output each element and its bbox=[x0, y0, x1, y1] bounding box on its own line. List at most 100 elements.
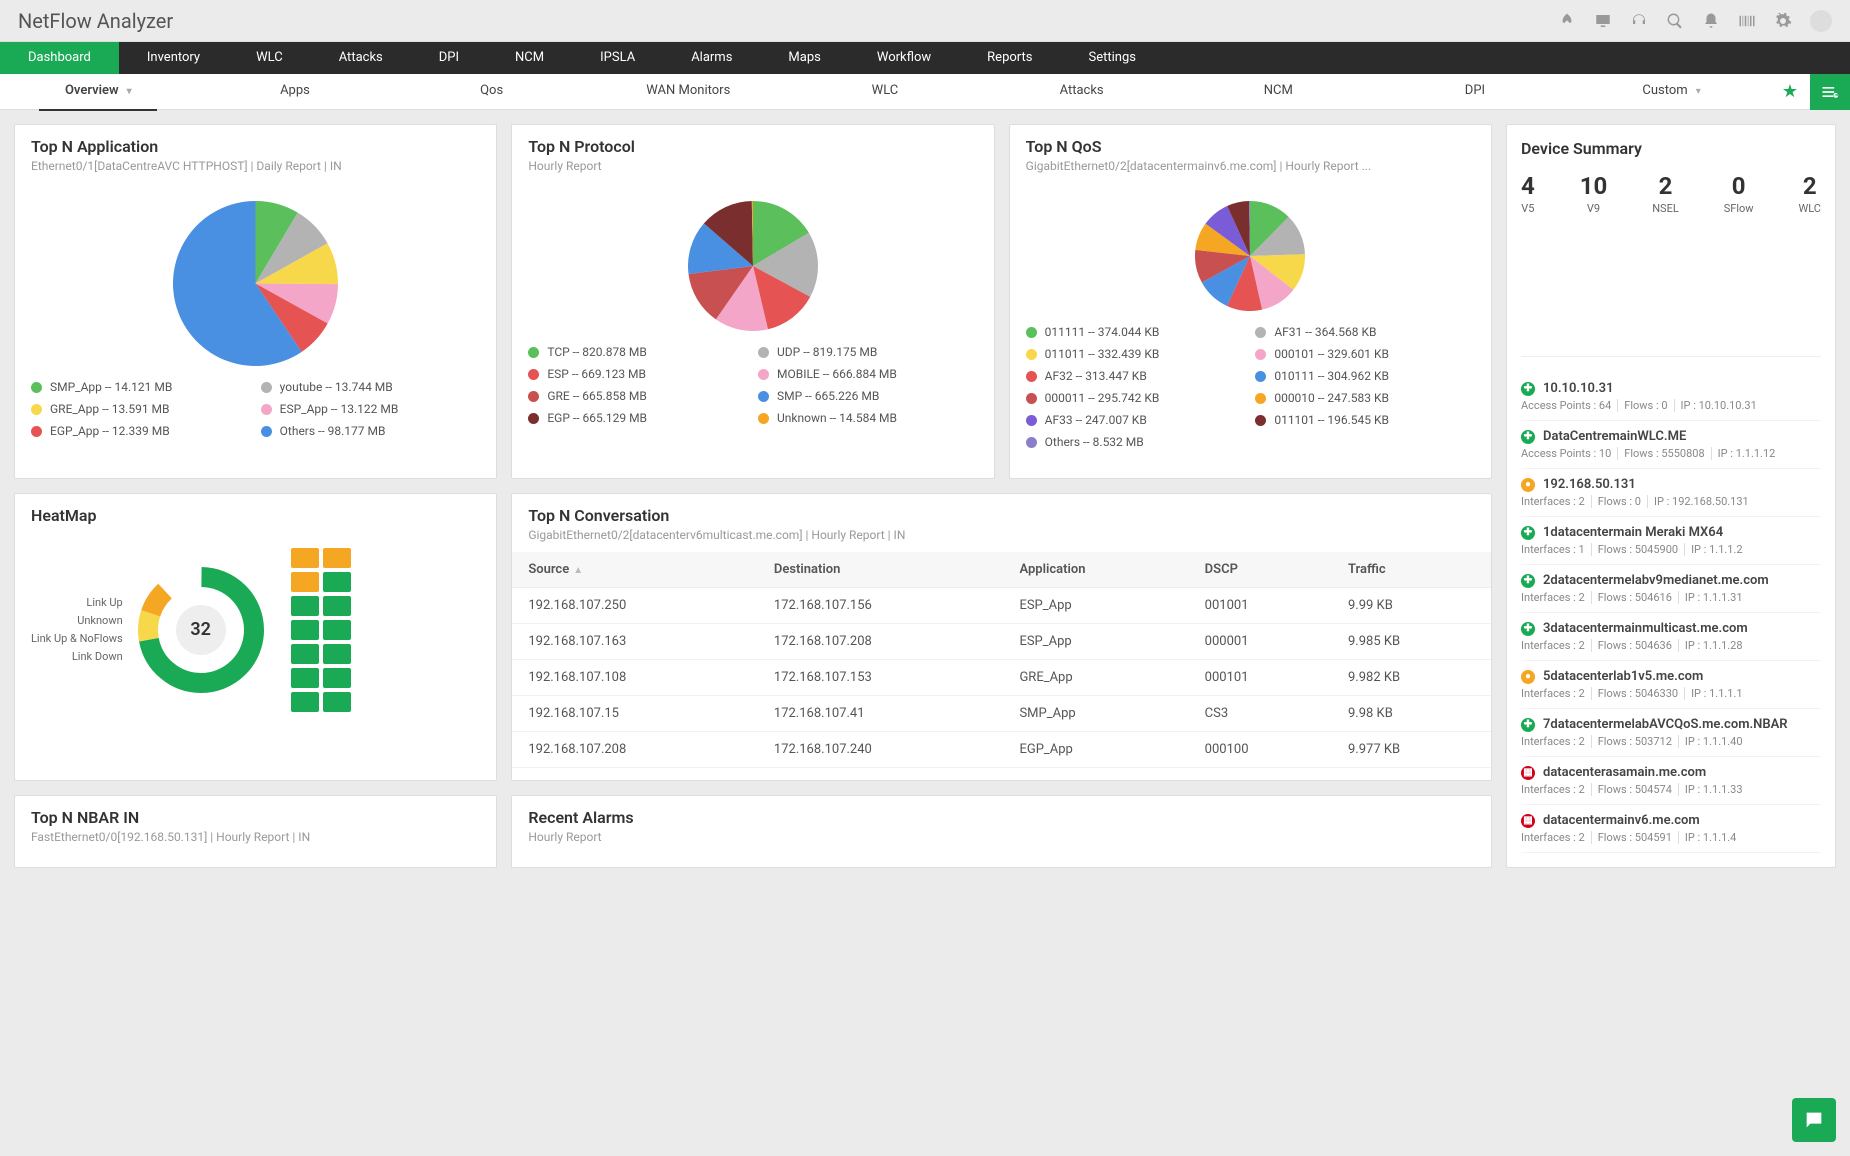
legend-item: Others -- 98.177 MB bbox=[261, 424, 481, 438]
device-item[interactable]: ✚10.10.10.31Access Points : 64Flows : 0I… bbox=[1521, 373, 1821, 421]
nav-reports[interactable]: Reports bbox=[959, 42, 1060, 74]
nav-ipsla[interactable]: IPSLA bbox=[572, 42, 663, 74]
metric-v5: 4V5 bbox=[1521, 172, 1535, 215]
subnav-apps[interactable]: Apps bbox=[197, 73, 394, 110]
card-title: Top N NBAR IN bbox=[31, 808, 480, 827]
legend-item: 011101 -- 196.545 KB bbox=[1255, 413, 1475, 427]
legend-item: 010111 -- 304.962 KB bbox=[1255, 369, 1475, 383]
card-title: Top N Protocol bbox=[528, 137, 977, 156]
search-icon[interactable] bbox=[1666, 12, 1684, 30]
device-summary-card: Device Summary 4V510V92NSEL0SFlow2WLC ✚1… bbox=[1506, 124, 1836, 868]
legend-item: 000101 -- 329.601 KB bbox=[1255, 347, 1475, 361]
nav-settings[interactable]: Settings bbox=[1060, 42, 1163, 74]
nav-dpi[interactable]: DPI bbox=[411, 42, 487, 74]
device-item[interactable]: ▦datacenterasamain.me.comInterfaces : 2F… bbox=[1521, 757, 1821, 805]
legend-item: MOBILE -- 666.884 MB bbox=[758, 367, 978, 381]
device-item[interactable]: ●5datacenterlab1v5.me.comInterfaces : 2F… bbox=[1521, 661, 1821, 709]
brand-title: NetFlow Analyzer bbox=[18, 9, 173, 33]
legend-item: TCP -- 820.878 MB bbox=[528, 345, 748, 359]
legend-item: Others -- 8.532 MB bbox=[1026, 435, 1246, 449]
metric-nsel: 2NSEL bbox=[1652, 172, 1679, 215]
subnav-wlc[interactable]: WLC bbox=[787, 73, 984, 110]
legend-item: SMP -- 665.226 MB bbox=[758, 389, 978, 403]
device-item[interactable]: ▦datacentermainv6.me.comInterfaces : 2Fl… bbox=[1521, 805, 1821, 853]
nav-maps[interactable]: Maps bbox=[760, 42, 848, 74]
card-subtitle: Hourly Report bbox=[528, 159, 977, 173]
rocket-icon[interactable] bbox=[1558, 12, 1576, 30]
top-nbar-card: Top N NBAR IN FastEthernet0/0[192.168.50.… bbox=[14, 795, 497, 868]
top-application-card: Top N ApplicationEthernet0/1[DataCentreA… bbox=[14, 124, 497, 479]
top-qos-card: Top N QoSGigabitEthernet0/2[datacenterma… bbox=[1009, 124, 1492, 479]
col-dscp[interactable]: DSCP bbox=[1189, 552, 1332, 588]
heatmap-donut: 32 bbox=[131, 560, 271, 700]
table-row[interactable]: 192.168.107.208172.168.107.240EGP_App000… bbox=[512, 731, 1491, 767]
subnav-overview[interactable]: Overview▾ bbox=[0, 73, 197, 110]
conversation-table: Source▲DestinationApplicationDSCPTraffic… bbox=[512, 552, 1491, 768]
subnav-qos[interactable]: Qos bbox=[393, 73, 590, 110]
monitor-icon[interactable] bbox=[1594, 12, 1612, 30]
topbar-icons bbox=[1558, 10, 1832, 32]
table-row[interactable]: 192.168.107.250172.168.107.156ESP_App001… bbox=[512, 587, 1491, 623]
device-item[interactable]: ✚3datacentermainmulticast.me.comInterfac… bbox=[1521, 613, 1821, 661]
col-application[interactable]: Application bbox=[1003, 552, 1188, 588]
nav-inventory[interactable]: Inventory bbox=[119, 42, 228, 74]
topbar: NetFlow Analyzer bbox=[0, 0, 1850, 42]
metric-wlc: 2WLC bbox=[1798, 172, 1821, 215]
nav-ncm[interactable]: NCM bbox=[487, 42, 572, 74]
subnav-wan-monitors[interactable]: WAN Monitors bbox=[590, 73, 787, 110]
device-item[interactable]: ●192.168.50.131Interfaces : 2Flows : 0IP… bbox=[1521, 469, 1821, 517]
table-row[interactable]: 192.168.107.163172.168.107.208ESP_App000… bbox=[512, 623, 1491, 659]
card-title: Top N Conversation bbox=[528, 506, 1475, 525]
nav-wlc[interactable]: WLC bbox=[228, 42, 311, 74]
col-source[interactable]: Source▲ bbox=[512, 552, 758, 588]
card-subtitle: FastEthernet0/0[192.168.50.131] | Hourly… bbox=[31, 830, 480, 844]
device-item[interactable]: ✚1datacentermain Meraki MX64Interfaces :… bbox=[1521, 517, 1821, 565]
user-avatar[interactable] bbox=[1810, 10, 1832, 32]
headset-icon[interactable] bbox=[1630, 12, 1648, 30]
card-subtitle: Hourly Report bbox=[528, 830, 1475, 844]
top-protocol-pie bbox=[688, 201, 818, 331]
legend-item: ESP_App -- 13.122 MB bbox=[261, 402, 481, 416]
legend-item: 011111 -- 374.044 KB bbox=[1026, 325, 1246, 339]
barcode-icon[interactable] bbox=[1738, 12, 1756, 30]
col-destination[interactable]: Destination bbox=[758, 552, 1004, 588]
legend-item: GRE -- 665.858 MB bbox=[528, 389, 748, 403]
favorite-icon[interactable]: ★ bbox=[1770, 81, 1810, 102]
nav-alarms[interactable]: Alarms bbox=[663, 42, 760, 74]
device-item[interactable]: ✚DataCentremainWLC.MEAccess Points : 10F… bbox=[1521, 421, 1821, 469]
legend-item: Unknown -- 14.584 MB bbox=[758, 411, 978, 425]
device-item[interactable]: ✚2datacentermelabv9medianet.me.comInterf… bbox=[1521, 565, 1821, 613]
legend-item: ESP -- 669.123 MB bbox=[528, 367, 748, 381]
primary-nav: DashboardInventoryWLCAttacksDPINCMIPSLAA… bbox=[0, 42, 1850, 74]
subnav-dpi[interactable]: DPI bbox=[1377, 73, 1574, 110]
gear-icon[interactable] bbox=[1774, 12, 1792, 30]
nav-dashboard[interactable]: Dashboard bbox=[0, 42, 119, 74]
legend-item: EGP_App -- 12.339 MB bbox=[31, 424, 251, 438]
chat-button[interactable] bbox=[1792, 1098, 1836, 1142]
table-row[interactable]: 192.168.107.108172.168.107.153GRE_App000… bbox=[512, 659, 1491, 695]
nav-attacks[interactable]: Attacks bbox=[311, 42, 411, 74]
heatmap-card: HeatMap Link UpUnknownLink Up & NoFlowsL… bbox=[14, 493, 497, 782]
legend-item: AF32 -- 313.447 KB bbox=[1026, 369, 1246, 383]
card-title: Recent Alarms bbox=[528, 808, 1475, 827]
subnav-custom[interactable]: Custom▾ bbox=[1573, 73, 1770, 110]
subnav-attacks[interactable]: Attacks bbox=[983, 73, 1180, 110]
col-traffic[interactable]: Traffic bbox=[1332, 552, 1491, 588]
legend-item: UDP -- 819.175 MB bbox=[758, 345, 978, 359]
card-subtitle: GigabitEthernet0/2[datacenterv6multicast… bbox=[528, 528, 1475, 542]
legend-item: 011011 -- 332.439 KB bbox=[1026, 347, 1246, 361]
add-widget-button[interactable] bbox=[1810, 74, 1850, 110]
heatmap-center-value: 32 bbox=[176, 605, 226, 655]
card-title: Device Summary bbox=[1521, 139, 1821, 158]
subnav-ncm[interactable]: NCM bbox=[1180, 73, 1377, 110]
table-row[interactable]: 192.168.107.15172.168.107.41SMP_AppCS39.… bbox=[512, 695, 1491, 731]
nav-workflow[interactable]: Workflow bbox=[849, 42, 959, 74]
top-protocol-card: Top N Protocol Hourly Report TCP -- 820.8… bbox=[511, 124, 994, 479]
device-summary-bars bbox=[1521, 227, 1821, 357]
card-title: Top N Application bbox=[31, 137, 480, 156]
legend-item: AF33 -- 247.007 KB bbox=[1026, 413, 1246, 427]
device-item[interactable]: ✚7datacentermelabAVCQoS.me.com.NBARInter… bbox=[1521, 709, 1821, 757]
bell-icon[interactable] bbox=[1702, 12, 1720, 30]
top-qos-pie bbox=[1195, 201, 1305, 311]
card-subtitle: GigabitEthernet0/2[datacentermainv6.me.c… bbox=[1026, 159, 1475, 173]
